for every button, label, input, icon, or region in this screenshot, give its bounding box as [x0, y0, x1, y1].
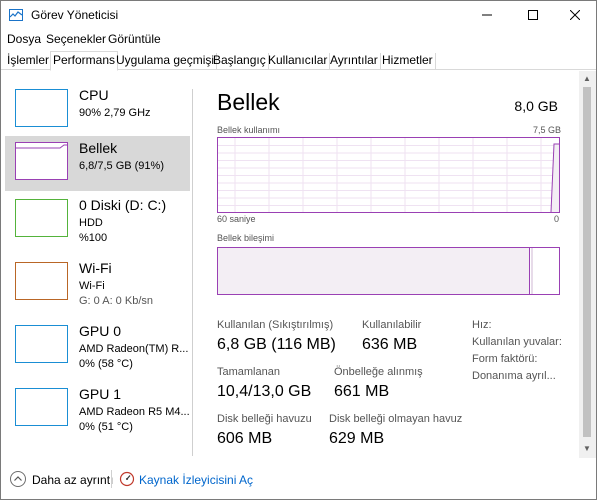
resource-detail: 90% 2,79 GHz: [79, 107, 151, 119]
resource-detail: Wi-Fi: [79, 280, 105, 292]
tab-details[interactable]: Ayrıntılar: [328, 53, 381, 70]
nonpaged-pool-value: 629 MB: [329, 430, 385, 447]
wifi-thumbnail-graph: [15, 262, 68, 300]
footer-bar: Daha az ayrıntı Kaynak İzleyicisini Aç: [1, 463, 596, 499]
disk-thumbnail-graph: [15, 199, 68, 237]
resource-gpu0[interactable]: GPU 0 AMD Radeon(TM) R... 0% (58 °C): [5, 319, 190, 374]
tab-startup[interactable]: Başlangıç: [211, 53, 269, 70]
memory-usage-grid: [218, 138, 559, 212]
memory-total: 8,0 GB: [514, 98, 558, 114]
in-use-label: Kullanılan (Sıkıştırılmış): [217, 319, 334, 331]
resource-detail-2: %100: [79, 232, 108, 244]
close-button[interactable]: [552, 1, 597, 29]
composition-modified: [531, 248, 533, 294]
resource-name: CPU: [79, 87, 109, 103]
hardware-reserved-label: Donanıma ayrıl...: [472, 370, 556, 382]
cpu-thumbnail-graph: [15, 89, 68, 127]
slots-label: Kullanılan yuvalar:: [472, 336, 562, 348]
resource-name: 0 Diski (D: C:): [79, 197, 167, 213]
scroll-up-icon[interactable]: ▲: [583, 74, 591, 83]
task-manager-icon: [9, 9, 23, 21]
memory-usage-graph: [217, 137, 560, 213]
footer-separator: [111, 470, 112, 488]
chevron-up-icon[interactable]: [10, 471, 26, 487]
memory-thumbnail-graph: [15, 142, 68, 180]
resource-disk[interactable]: 0 Diski (D: C:) HDD %100: [5, 193, 190, 248]
resource-list: CPU 90% 2,79 GHz Bellek 6,8/7,5 GB (91%)…: [4, 83, 193, 458]
vertical-scrollbar[interactable]: ▲ ▼: [579, 71, 596, 458]
minimize-icon: [482, 14, 492, 16]
maximize-button[interactable]: [510, 1, 556, 29]
resource-detail: HDD: [79, 217, 103, 229]
resource-monitor-icon: [119, 471, 135, 487]
menu-options[interactable]: Seçenekler: [46, 32, 106, 46]
scroll-thumb[interactable]: [583, 87, 591, 437]
menu-view[interactable]: Görüntüle: [108, 32, 161, 46]
close-icon: [570, 10, 580, 20]
graph-zero-label: 0: [554, 214, 560, 224]
panel-divider: [192, 89, 193, 456]
resource-memory[interactable]: Bellek 6,8/7,5 GB (91%): [5, 136, 190, 191]
usage-graph-label: Bellek kullanımı: [217, 125, 281, 135]
window-title: Görev Yöneticisi: [31, 8, 119, 22]
paged-pool-value: 606 MB: [217, 430, 273, 447]
resource-detail-2: G: 0 A: 0 Kb/sn: [79, 295, 153, 307]
resource-detail: AMD Radeon(TM) R...: [79, 343, 189, 355]
resource-cpu[interactable]: CPU 90% 2,79 GHz: [5, 83, 190, 138]
resource-detail: AMD Radeon R5 M4...: [79, 406, 190, 418]
resource-name: Wi-Fi: [79, 260, 112, 276]
tab-services[interactable]: Hizmetler: [380, 53, 436, 70]
composition-in-use: [218, 248, 530, 294]
cached-label: Önbelleğe alınmış: [334, 366, 423, 378]
nonpaged-pool-label: Disk belleği olmayan havuz: [329, 413, 463, 425]
usage-graph-max: 7,5 GB: [533, 125, 562, 135]
tab-users[interactable]: Kullanıcılar: [266, 53, 331, 70]
speed-label: Hız:: [472, 319, 492, 331]
resource-detail-2: 0% (51 °C): [79, 421, 133, 433]
maximize-icon: [528, 10, 538, 20]
open-resource-monitor-link[interactable]: Kaynak İzleyicisini Aç: [139, 473, 253, 487]
tab-app-history[interactable]: Uygulama geçmişi: [114, 53, 218, 70]
in-use-value: 6,8 GB (116 MB): [217, 336, 336, 353]
detail-title: Bellek: [217, 89, 280, 115]
memory-thumbnail-line: [16, 144, 67, 149]
committed-value: 10,4/13,0 GB: [217, 383, 312, 400]
resource-gpu1[interactable]: GPU 1 AMD Radeon R5 M4... 0% (51 °C): [5, 382, 190, 437]
committed-label: Tamamlanan: [217, 366, 280, 378]
scroll-down-icon[interactable]: ▼: [583, 444, 591, 453]
resource-detail-2: 0% (58 °C): [79, 358, 133, 370]
gpu1-thumbnail-graph: [15, 388, 68, 426]
title-bar: Görev Yöneticisi: [1, 1, 596, 29]
resource-name: GPU 1: [79, 386, 122, 402]
chevron-up-glyph: [14, 476, 22, 481]
composition-label: Bellek bileşimi: [217, 233, 275, 243]
resource-detail: 6,8/7,5 GB (91%): [79, 160, 164, 172]
task-manager-window: Görev Yöneticisi Dosya Seçenekler Görünt…: [0, 0, 597, 500]
gpu0-thumbnail-graph: [15, 325, 68, 363]
available-label: Kullanılabilir: [362, 319, 422, 331]
form-factor-label: Form faktörü:: [472, 353, 538, 365]
menu-file[interactable]: Dosya: [7, 32, 41, 46]
tab-strip: İşlemler Performans Uygulama geçmişi Baş…: [1, 51, 596, 71]
cached-value: 661 MB: [334, 383, 390, 400]
tab-performance[interactable]: Performans: [50, 51, 119, 71]
fewer-details-button[interactable]: Daha az ayrıntı: [32, 473, 113, 487]
resource-name: Bellek: [79, 140, 118, 156]
resource-name: GPU 0: [79, 323, 122, 339]
memory-composition-bar: [217, 247, 560, 295]
paged-pool-label: Disk belleği havuzu: [217, 413, 312, 425]
available-value: 636 MB: [362, 336, 418, 353]
tab-processes[interactable]: İşlemler: [5, 53, 53, 70]
resource-wifi[interactable]: Wi-Fi Wi-Fi G: 0 A: 0 Kb/sn: [5, 256, 190, 311]
graph-time-label: 60 saniye: [217, 214, 256, 224]
minimize-button[interactable]: [464, 1, 510, 29]
menu-bar: Dosya Seçenekler Görüntüle: [1, 30, 596, 48]
